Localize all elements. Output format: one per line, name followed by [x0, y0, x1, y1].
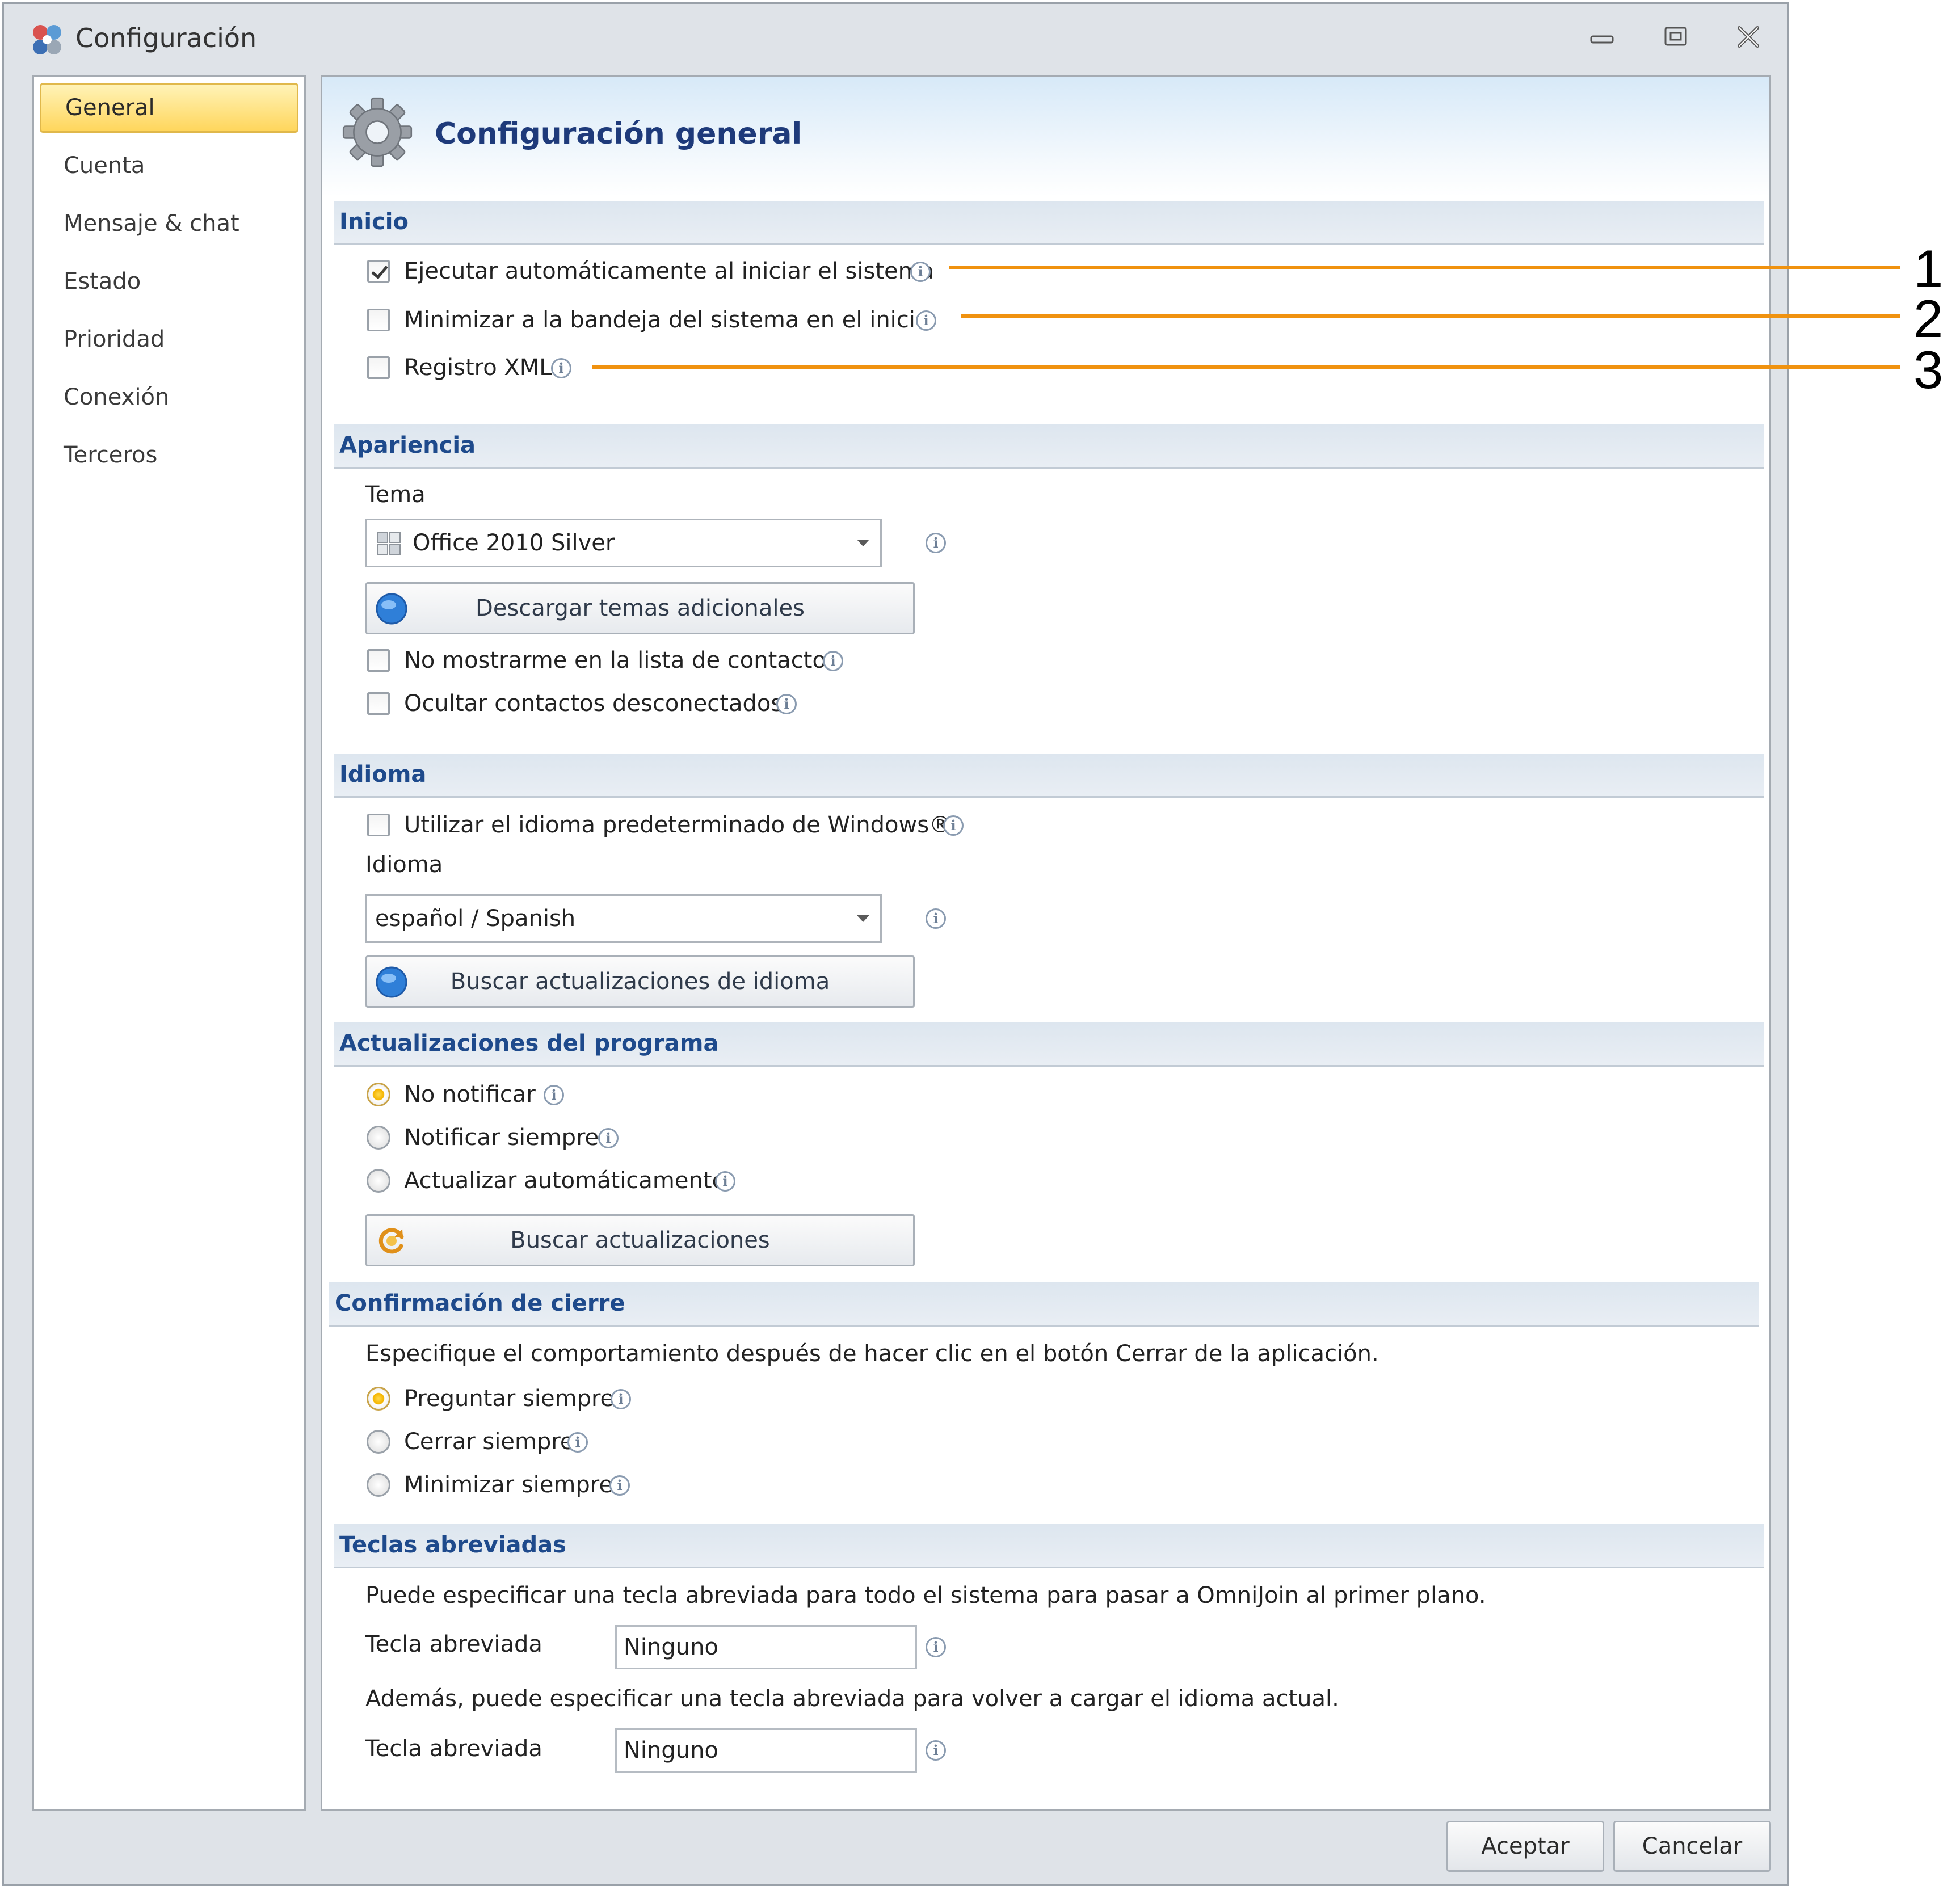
sidebar-item-conexion[interactable]: Conexión: [40, 372, 298, 422]
minimize-button[interactable]: [1579, 19, 1625, 55]
autostart-label[interactable]: Ejecutar automáticamente al iniciar el s…: [404, 258, 934, 285]
sidebar-item-general[interactable]: General: [40, 83, 298, 133]
info-icon[interactable]: i: [544, 1085, 564, 1105]
sidebar-item-cuenta[interactable]: Cuenta: [40, 141, 298, 191]
maximize-button[interactable]: [1653, 19, 1698, 55]
page-title: Configuración general: [435, 117, 802, 151]
xml-log-label[interactable]: Registro XML: [404, 354, 552, 381]
close-always-radio[interactable]: [367, 1430, 390, 1454]
auto-update-radio[interactable]: [367, 1169, 390, 1193]
close-button[interactable]: [1726, 19, 1771, 55]
callout-number-3: 3: [1913, 340, 1944, 399]
hotkey-field-2[interactable]: Ninguno: [615, 1728, 917, 1773]
section-header-apariencia: Apariencia: [334, 424, 1764, 469]
language-updates-label: Buscar actualizaciones de idioma: [450, 969, 830, 995]
app-icon: [33, 25, 61, 54]
always-notify-label[interactable]: Notificar siempre: [404, 1124, 599, 1151]
info-icon[interactable]: i: [926, 1637, 946, 1657]
settings-panel: Configuración general Inicio Ejecutar au…: [321, 75, 1771, 1811]
section-header-teclas: Teclas abreviadas: [334, 1524, 1764, 1568]
info-icon[interactable]: i: [776, 694, 797, 714]
autostart-checkbox[interactable]: [367, 260, 390, 283]
info-icon[interactable]: i: [926, 1740, 946, 1761]
chevron-down-icon[interactable]: [846, 896, 880, 941]
accept-button[interactable]: Aceptar: [1446, 1821, 1604, 1872]
minimize-tray-checkbox[interactable]: [367, 309, 390, 331]
check-updates-label: Buscar actualizaciones: [510, 1227, 770, 1253]
hotkey-description-2: Además, puede especificar una tecla abre…: [365, 1686, 1339, 1712]
no-notify-label[interactable]: No notificar: [404, 1081, 536, 1108]
auto-update-label[interactable]: Actualizar automáticamente: [404, 1167, 726, 1194]
ask-always-label[interactable]: Preguntar siempre: [404, 1385, 614, 1412]
ask-always-radio[interactable]: [367, 1387, 390, 1411]
hotkey-field-1[interactable]: Ninguno: [615, 1625, 917, 1669]
no-notify-radio[interactable]: [367, 1083, 390, 1106]
title-bar[interactable]: Configuración: [4, 4, 1787, 68]
always-notify-radio[interactable]: [367, 1126, 390, 1150]
language-label: Idioma: [365, 852, 443, 878]
sidebar-item-estado[interactable]: Estado: [40, 256, 298, 306]
info-icon[interactable]: i: [609, 1475, 630, 1496]
info-icon[interactable]: i: [715, 1171, 735, 1192]
section-header-inicio: Inicio: [334, 201, 1764, 245]
theme-label: Tema: [365, 482, 426, 508]
info-icon[interactable]: i: [926, 908, 946, 929]
window-title: Configuración: [75, 23, 257, 53]
sidebar-item-prioridad[interactable]: Prioridad: [40, 314, 298, 364]
close-icon: [1738, 26, 1759, 48]
hotkey-label-2: Tecla abreviada: [365, 1736, 542, 1762]
minimize-always-label[interactable]: Minimizar siempre: [404, 1471, 613, 1498]
section-header-idioma: Idioma: [334, 754, 1764, 798]
download-themes-label: Descargar temas adicionales: [476, 595, 805, 621]
windows-language-label[interactable]: Utilizar el idioma predeterminado de Win…: [404, 811, 952, 839]
gear-icon: [342, 97, 413, 167]
download-themes-button[interactable]: Descargar temas adicionales: [365, 582, 915, 634]
callout-line-1: [949, 266, 1900, 269]
sidebar-item-terceros[interactable]: Terceros: [40, 430, 298, 480]
chevron-down-icon[interactable]: [846, 520, 880, 566]
info-icon[interactable]: i: [823, 651, 843, 671]
minimize-always-radio[interactable]: [367, 1473, 390, 1497]
callout-line-2: [961, 314, 1900, 318]
info-icon[interactable]: i: [611, 1389, 631, 1409]
close-description: Especifique el comportamiento después de…: [365, 1341, 1379, 1367]
hotkey-description-1: Puede especificar una tecla abreviada pa…: [365, 1582, 1486, 1609]
callout-line-3: [592, 365, 1900, 369]
check-updates-button[interactable]: Buscar actualizaciones: [365, 1214, 915, 1266]
language-select[interactable]: español / Spanish: [365, 894, 882, 943]
language-updates-button[interactable]: Buscar actualizaciones de idioma: [365, 955, 915, 1008]
theme-value: Office 2010 Silver: [413, 530, 615, 556]
xml-log-checkbox[interactable]: [367, 356, 390, 379]
content-header: Configuración general: [322, 77, 1769, 196]
hide-me-label[interactable]: No mostrarme en la lista de contactos: [404, 647, 838, 674]
hotkey-label-1: Tecla abreviada: [365, 1631, 542, 1657]
info-icon[interactable]: i: [910, 262, 931, 282]
cancel-button[interactable]: Cancelar: [1613, 1821, 1771, 1872]
hide-offline-checkbox[interactable]: [367, 692, 390, 715]
settings-window: Configuración General Cuenta Mensaje & c…: [2, 2, 1789, 1886]
windows-language-checkbox[interactable]: [367, 814, 390, 836]
info-icon[interactable]: i: [551, 358, 571, 378]
section-header-cierre: Confirmación de cierre: [329, 1282, 1759, 1327]
hide-me-checkbox[interactable]: [367, 649, 390, 672]
minimize-tray-label[interactable]: Minimizar a la bandeja del sistema en el…: [404, 306, 929, 334]
info-icon[interactable]: i: [916, 310, 936, 331]
info-icon[interactable]: i: [943, 815, 964, 836]
info-icon[interactable]: i: [598, 1128, 619, 1148]
info-icon[interactable]: i: [567, 1432, 588, 1453]
minimize-icon: [1590, 35, 1614, 44]
info-icon[interactable]: i: [926, 533, 946, 553]
callout-number-2: 2: [1913, 289, 1944, 348]
sidebar-item-mensaje-chat[interactable]: Mensaje & chat: [40, 199, 298, 249]
sidebar: General Cuenta Mensaje & chat Estado Pri…: [32, 75, 306, 1811]
section-header-actualizaciones: Actualizaciones del programa: [334, 1022, 1764, 1067]
hide-offline-label[interactable]: Ocultar contactos desconectados: [404, 690, 783, 717]
close-always-label[interactable]: Cerrar siempre: [404, 1428, 574, 1455]
theme-icon: [377, 532, 401, 555]
language-value: español / Spanish: [375, 906, 576, 932]
theme-select[interactable]: Office 2010 Silver: [365, 519, 882, 567]
maximize-icon: [1664, 27, 1687, 46]
